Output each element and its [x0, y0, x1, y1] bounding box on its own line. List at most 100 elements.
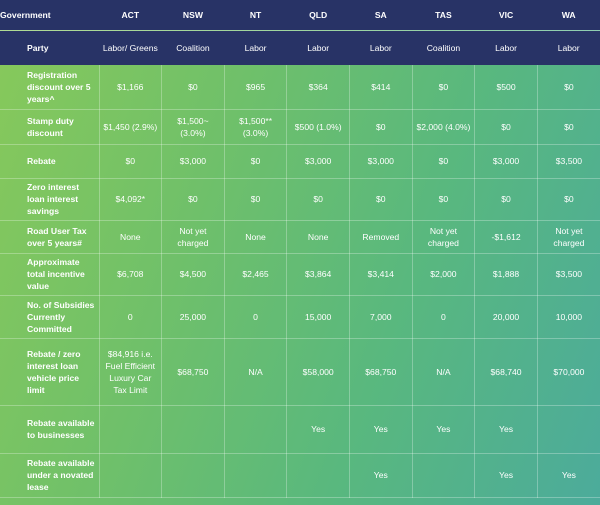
header-state: TAS — [435, 10, 452, 20]
table-cell: 0 — [224, 295, 288, 339]
row-label: Rebate / zero interest loan vehicle pric… — [0, 338, 100, 406]
row-label: Road User Tax over 5 years# — [0, 220, 100, 254]
table-cell: -$1,612 — [474, 220, 538, 254]
table-cell: $0 — [99, 144, 163, 179]
table-cell — [161, 453, 225, 498]
table-cell: Yes — [349, 453, 413, 498]
table-cell: $965 — [224, 65, 288, 110]
table-cell: Yes — [349, 405, 413, 454]
table-cell: $3,864 — [286, 253, 350, 296]
table-cell: $0 — [537, 178, 600, 221]
header-state: ACT — [121, 10, 140, 20]
table-cell: 0 — [99, 295, 163, 339]
table-cell: $0 — [537, 109, 600, 145]
table-cell: 7,000 — [349, 295, 413, 339]
table-cell: $68,750 — [161, 338, 225, 406]
table-cell: N/A — [224, 338, 288, 406]
table-cell: $1,166 — [99, 65, 163, 110]
party-cell: Labor — [557, 43, 580, 53]
party-cell: Coalition — [176, 43, 210, 53]
table-cell: Not yet charged — [161, 220, 225, 254]
table-cell: $2,465 — [224, 253, 288, 296]
table-cell: $3,000 — [286, 144, 350, 179]
table-cell: 15,000 — [286, 295, 350, 339]
table-cell: $4,500 — [161, 253, 225, 296]
table-cell: $0 — [412, 178, 476, 221]
table-cell: Yes — [286, 405, 350, 454]
table-cell: 10,000 — [537, 295, 600, 339]
table-cell: $0 — [349, 178, 413, 221]
table-cell — [537, 405, 600, 454]
table-cell: Removed — [349, 220, 413, 254]
table-cell: $414 — [349, 65, 413, 110]
table-row: Zero interest loan interest savings $4,0… — [0, 178, 600, 221]
party-cell: Labor — [495, 43, 518, 53]
table-cell: Not yet charged — [537, 220, 600, 254]
incentives-table-page: Government ACT NSW NT QLD SA TAS VIC WA … — [0, 0, 600, 505]
table-cell: Yes — [537, 453, 600, 498]
table-cell — [99, 405, 163, 454]
table-row: Stamp duty discount $1,450 (2.9%) $1,500… — [0, 109, 600, 145]
table-cell: None — [286, 220, 350, 254]
table-cell: None — [224, 220, 288, 254]
table-row: Rebate available under a novated lease Y… — [0, 453, 600, 498]
row-label: Rebate — [0, 144, 100, 179]
table-row: Rebate available to businesses Yes Yes Y… — [0, 405, 600, 454]
table-row: Rebate / zero interest loan vehicle pric… — [0, 338, 600, 406]
table-row: Registration discount over 5 years^ $1,1… — [0, 65, 600, 110]
table-cell: $0 — [412, 144, 476, 179]
table-cell — [412, 453, 476, 498]
table-cell: Yes — [412, 405, 476, 454]
table-cell: $1,500** (3.0%) — [224, 109, 288, 145]
table-cell: $0 — [286, 178, 350, 221]
incentives-table: Government ACT NSW NT QLD SA TAS VIC WA … — [0, 0, 600, 498]
table-cell — [224, 405, 288, 454]
table-cell: $1,500~ (3.0%) — [161, 109, 225, 145]
table-cell: $3,414 — [349, 253, 413, 296]
party-row: Party Labor/ Greens Coalition Labor Labo… — [0, 30, 600, 65]
party-label: Party — [27, 43, 49, 53]
table-cell: $3,000 — [474, 144, 538, 179]
header-government: Government — [0, 10, 51, 20]
table-cell: $1,888 — [474, 253, 538, 296]
table-cell: 25,000 — [161, 295, 225, 339]
table-cell: $0 — [537, 65, 600, 110]
party-cell: Labor — [307, 43, 330, 53]
party-cell: Coalition — [426, 43, 461, 53]
table-cell: Not yet charged — [412, 220, 476, 254]
table-cell: $1,450 (2.9%) — [99, 109, 163, 145]
table-row: Approximate total incentive value $6,708… — [0, 253, 600, 296]
header-state: WA — [561, 10, 576, 20]
table-cell: $3,000 — [161, 144, 225, 179]
party-cell: Labor — [369, 43, 392, 53]
party-cell: Labor/ Greens — [102, 43, 158, 53]
table-cell: N/A — [412, 338, 476, 406]
row-label: Rebate available to businesses — [0, 405, 100, 454]
table-cell: $0 — [224, 178, 288, 221]
table-cell: $0 — [474, 178, 538, 221]
table-cell: $0 — [161, 178, 225, 221]
header-state: SA — [374, 10, 387, 20]
table-cell: $70,000 — [537, 338, 600, 406]
table-cell: $6,708 — [99, 253, 163, 296]
table-cell: $3,500 — [537, 144, 600, 179]
header-state: NSW — [182, 10, 203, 20]
table-cell: 20,000 — [474, 295, 538, 339]
table-cell — [161, 405, 225, 454]
table-cell: $3,000 — [349, 144, 413, 179]
header-row: Government ACT NSW NT QLD SA TAS VIC WA — [0, 0, 600, 31]
table-cell: $2,000 — [412, 253, 476, 296]
table-cell: $2,000 (4.0%) — [412, 109, 476, 145]
header-state: QLD — [309, 10, 328, 20]
table-cell: $0 — [474, 109, 538, 145]
table-cell: $0 — [412, 65, 476, 110]
table-cell: $0 — [224, 144, 288, 179]
table-cell — [99, 453, 163, 498]
row-label: Registration discount over 5 years^ — [0, 65, 100, 110]
table-cell: $0 — [161, 65, 225, 110]
table-cell: $58,000 — [286, 338, 350, 406]
table-cell: $500 (1.0%) — [286, 109, 350, 145]
party-cell: Labor — [244, 43, 267, 53]
table-row: Rebate $0 $3,000 $0 $3,000 $3,000 $0 $3,… — [0, 144, 600, 179]
row-label: No. of Subsidies Currently Committed — [0, 295, 100, 339]
